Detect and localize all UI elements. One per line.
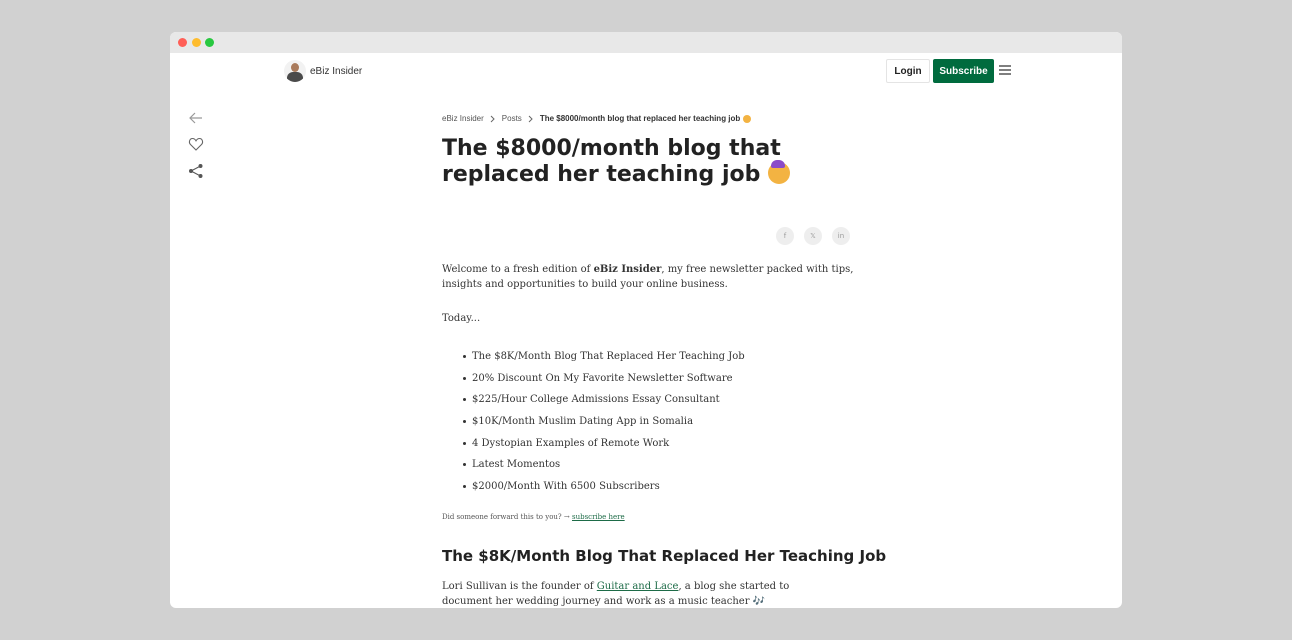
subscribe-button[interactable]: Subscribe <box>933 59 994 83</box>
chevron-right-icon <box>490 115 495 122</box>
list-item: $10K/Month Muslim Dating App in Somalia <box>463 414 745 436</box>
list-item: The $8K/Month Blog That Replaced Her Tea… <box>463 349 745 371</box>
forward-note: Did someone forward this to you? → subsc… <box>442 513 625 521</box>
section-heading: The $8K/Month Blog That Replaced Her Tea… <box>442 547 887 565</box>
today-label: Today... <box>442 313 481 324</box>
body-paragraph: Lori Sullivan is the founder of Guitar a… <box>442 579 842 608</box>
share-icon[interactable] <box>188 163 204 179</box>
avatar <box>284 60 306 82</box>
intro-text-start: Welcome to a fresh edition of <box>442 264 594 275</box>
x-share-icon[interactable]: 𝕏 <box>804 227 822 245</box>
site-name: eBiz Insider <box>310 65 363 77</box>
party-face-emoji-icon <box>768 160 791 184</box>
guitar-and-lace-link[interactable]: Guitar and Lace <box>597 581 679 592</box>
breadcrumb-home[interactable]: eBiz Insider <box>442 114 484 123</box>
table-of-contents: The $8K/Month Blog That Replaced Her Tea… <box>463 349 745 501</box>
minimize-window-dot[interactable] <box>192 38 201 47</box>
party-face-emoji-icon <box>743 114 752 123</box>
hamburger-menu-icon[interactable] <box>999 65 1011 75</box>
list-item: 4 Dystopian Examples of Remote Work <box>463 436 745 458</box>
arrow-left-icon[interactable] <box>188 110 204 126</box>
login-button[interactable]: Login <box>886 59 930 83</box>
chevron-right-icon <box>528 115 533 122</box>
browser-window: eBiz Insider Login Subscribe eBiz Inside… <box>170 32 1122 608</box>
list-item: $225/Hour College Admissions Essay Consu… <box>463 392 745 414</box>
list-item: 20% Discount On My Favorite Newsletter S… <box>463 371 745 393</box>
breadcrumb-posts[interactable]: Posts <box>502 114 522 123</box>
page-content: eBiz Insider Login Subscribe eBiz Inside… <box>170 53 1122 608</box>
intro-paragraph: Welcome to a fresh edition of eBiz Insid… <box>442 262 854 292</box>
para-text-start: Lori Sullivan is the founder of <box>442 581 597 592</box>
music-notes-emoji-icon: 🎶 <box>752 596 765 607</box>
heart-icon[interactable] <box>188 136 204 152</box>
page-title-text: The $8000/month blog that replaced her t… <box>442 136 781 187</box>
forward-note-text: Did someone forward this to you? → <box>442 513 572 521</box>
close-window-dot[interactable] <box>178 38 187 47</box>
subscribe-here-link[interactable]: subscribe here <box>572 513 625 521</box>
list-item: $2000/Month With 6500 Subscribers <box>463 479 745 501</box>
list-item: Latest Momentos <box>463 457 745 479</box>
intro-brand-bold: eBiz Insider <box>593 264 662 275</box>
page-title: The $8000/month blog that replaced her t… <box>442 136 842 188</box>
window-titlebar <box>170 32 1122 53</box>
facebook-share-icon[interactable]: f <box>776 227 794 245</box>
linkedin-share-icon[interactable]: in <box>832 227 850 245</box>
breadcrumb: eBiz Insider Posts The $8000/month blog … <box>442 114 752 123</box>
site-brand[interactable]: eBiz Insider <box>284 60 362 82</box>
maximize-window-dot[interactable] <box>205 38 214 47</box>
breadcrumb-current: The $8000/month blog that replaced her t… <box>539 114 741 123</box>
